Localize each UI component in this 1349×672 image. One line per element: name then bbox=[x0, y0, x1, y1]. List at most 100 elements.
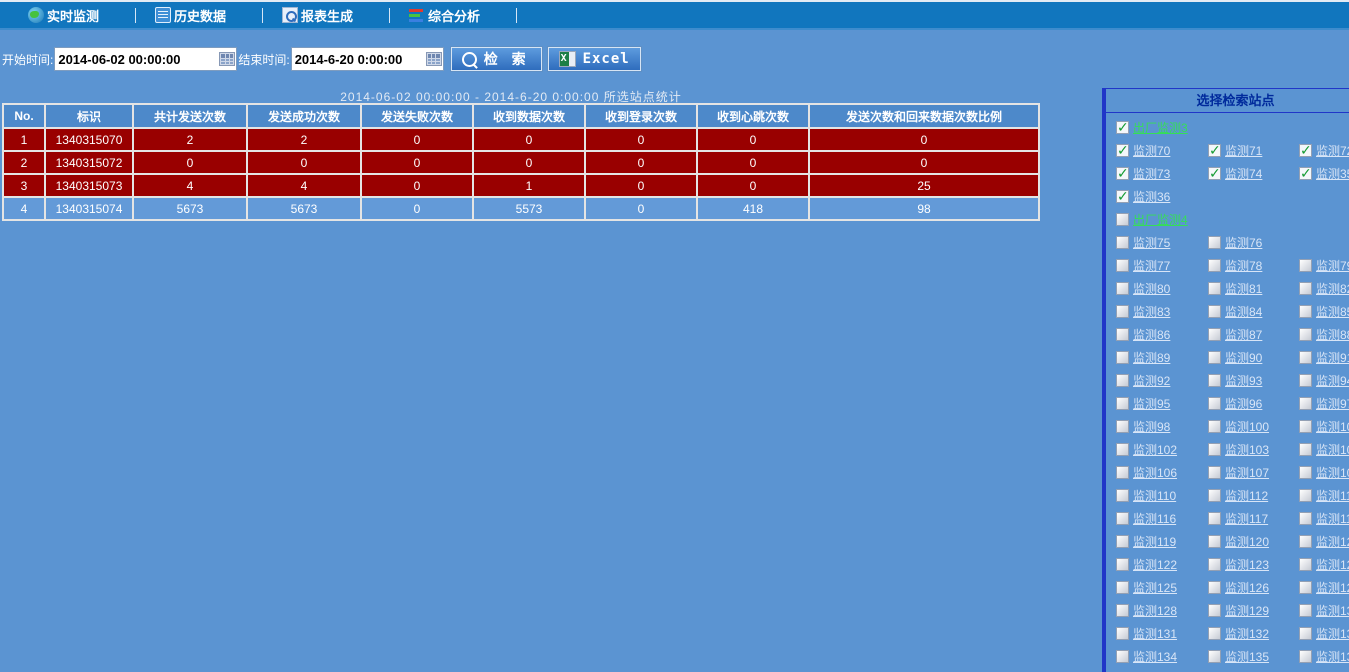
unchecked-checkbox-icon[interactable] bbox=[1116, 305, 1129, 318]
station-label[interactable]: 监测92 bbox=[1133, 372, 1170, 389]
station-checkbox-item[interactable]: 监测11 bbox=[1299, 510, 1349, 527]
unchecked-checkbox-icon[interactable] bbox=[1208, 420, 1221, 433]
unchecked-checkbox-icon[interactable] bbox=[1208, 351, 1221, 364]
unchecked-checkbox-icon[interactable] bbox=[1116, 397, 1129, 410]
station-checkbox-item[interactable]: 监测125 bbox=[1116, 579, 1208, 596]
station-checkbox-item[interactable]: 出厂监测3 bbox=[1116, 119, 1208, 136]
unchecked-checkbox-icon[interactable] bbox=[1299, 443, 1312, 456]
nav-item-analysis[interactable]: 综合分析 bbox=[409, 6, 497, 25]
station-label[interactable]: 监测95 bbox=[1133, 395, 1170, 412]
station-checkbox-item[interactable]: 监测13 bbox=[1299, 625, 1349, 642]
station-checkbox-item[interactable]: 监测132 bbox=[1208, 625, 1299, 642]
station-checkbox-item[interactable]: 监测92 bbox=[1116, 372, 1208, 389]
station-label[interactable]: 监测73 bbox=[1133, 165, 1170, 182]
unchecked-checkbox-icon[interactable] bbox=[1116, 558, 1129, 571]
station-checkbox-item[interactable]: 监测116 bbox=[1116, 510, 1208, 527]
unchecked-checkbox-icon[interactable] bbox=[1299, 351, 1312, 364]
station-label[interactable]: 监测97 bbox=[1316, 395, 1349, 412]
unchecked-checkbox-icon[interactable] bbox=[1299, 604, 1312, 617]
station-label[interactable]: 监测100 bbox=[1225, 418, 1269, 435]
station-checkbox-item[interactable]: 监测78 bbox=[1208, 257, 1299, 274]
station-label[interactable]: 监测125 bbox=[1133, 579, 1177, 596]
unchecked-checkbox-icon[interactable] bbox=[1208, 236, 1221, 249]
station-checkbox-item[interactable]: 监测112 bbox=[1208, 487, 1299, 504]
station-checkbox-item[interactable]: 监测12 bbox=[1299, 556, 1349, 573]
station-label[interactable]: 监测35 bbox=[1316, 165, 1349, 182]
unchecked-checkbox-icon[interactable] bbox=[1208, 259, 1221, 272]
station-label[interactable]: 监测129 bbox=[1225, 602, 1269, 619]
station-checkbox-item[interactable]: 监测128 bbox=[1116, 602, 1208, 619]
station-label[interactable]: 监测11 bbox=[1316, 487, 1349, 504]
station-label[interactable]: 监测91 bbox=[1316, 349, 1349, 366]
station-checkbox-item[interactable]: 监测75 bbox=[1116, 234, 1208, 251]
unchecked-checkbox-icon[interactable] bbox=[1208, 535, 1221, 548]
unchecked-checkbox-icon[interactable] bbox=[1208, 305, 1221, 318]
station-label[interactable]: 出厂监测3 bbox=[1133, 119, 1188, 136]
station-checkbox-item[interactable]: 监测96 bbox=[1208, 395, 1299, 412]
station-checkbox-item[interactable]: 监测10 bbox=[1299, 464, 1349, 481]
station-checkbox-item[interactable]: 监测35 bbox=[1299, 165, 1349, 182]
unchecked-checkbox-icon[interactable] bbox=[1116, 420, 1129, 433]
station-label[interactable]: 监测117 bbox=[1225, 510, 1268, 527]
station-checkbox-item[interactable]: 监测102 bbox=[1116, 441, 1208, 458]
station-label[interactable]: 监测77 bbox=[1133, 257, 1170, 274]
unchecked-checkbox-icon[interactable] bbox=[1208, 489, 1221, 502]
station-label[interactable]: 监测13 bbox=[1316, 625, 1349, 642]
nav-item-realtime[interactable]: 实时监测 bbox=[28, 6, 116, 25]
unchecked-checkbox-icon[interactable] bbox=[1208, 466, 1221, 479]
station-label[interactable]: 监测116 bbox=[1133, 510, 1176, 527]
unchecked-checkbox-icon[interactable] bbox=[1299, 420, 1312, 433]
station-checkbox-item[interactable]: 监测76 bbox=[1208, 234, 1299, 251]
station-label[interactable]: 监测76 bbox=[1225, 234, 1262, 251]
station-checkbox-item[interactable]: 监测74 bbox=[1208, 165, 1299, 182]
station-label[interactable]: 监测12 bbox=[1316, 556, 1349, 573]
unchecked-checkbox-icon[interactable] bbox=[1116, 489, 1129, 502]
unchecked-checkbox-icon[interactable] bbox=[1116, 236, 1129, 249]
unchecked-checkbox-icon[interactable] bbox=[1116, 443, 1129, 456]
station-label[interactable]: 监测90 bbox=[1225, 349, 1262, 366]
station-label[interactable]: 监测132 bbox=[1225, 625, 1269, 642]
excel-export-button[interactable]: Excel bbox=[548, 47, 641, 71]
station-label[interactable]: 监测131 bbox=[1133, 625, 1177, 642]
station-label[interactable]: 监测107 bbox=[1225, 464, 1269, 481]
station-label[interactable]: 监测10 bbox=[1316, 418, 1349, 435]
station-label[interactable]: 监测10 bbox=[1316, 441, 1349, 458]
station-label[interactable]: 监测123 bbox=[1225, 556, 1269, 573]
station-checkbox-item[interactable]: 监测77 bbox=[1116, 257, 1208, 274]
station-label[interactable]: 监测72 bbox=[1316, 142, 1349, 159]
station-checkbox-item[interactable]: 监测91 bbox=[1299, 349, 1349, 366]
station-label[interactable]: 监测88 bbox=[1316, 326, 1349, 343]
station-checkbox-item[interactable]: 监测80 bbox=[1116, 280, 1208, 297]
station-checkbox-item[interactable]: 监测79 bbox=[1299, 257, 1349, 274]
unchecked-checkbox-icon[interactable] bbox=[1116, 328, 1129, 341]
unchecked-checkbox-icon[interactable] bbox=[1116, 604, 1129, 617]
station-checkbox-item[interactable]: 监测93 bbox=[1208, 372, 1299, 389]
station-checkbox-item[interactable]: 监测122 bbox=[1116, 556, 1208, 573]
station-checkbox-item[interactable]: 监测97 bbox=[1299, 395, 1349, 412]
station-checkbox-item[interactable]: 监测10 bbox=[1299, 418, 1349, 435]
station-label[interactable]: 监测98 bbox=[1133, 418, 1170, 435]
station-checkbox-item[interactable]: 监测87 bbox=[1208, 326, 1299, 343]
station-label[interactable]: 监测102 bbox=[1133, 441, 1177, 458]
unchecked-checkbox-icon[interactable] bbox=[1208, 512, 1221, 525]
station-checkbox-item[interactable]: 监测95 bbox=[1116, 395, 1208, 412]
station-checkbox-item[interactable]: 监测83 bbox=[1116, 303, 1208, 320]
checked-checkbox-icon[interactable] bbox=[1299, 167, 1312, 180]
station-checkbox-item[interactable]: 监测100 bbox=[1208, 418, 1299, 435]
station-label[interactable]: 监测82 bbox=[1316, 280, 1349, 297]
unchecked-checkbox-icon[interactable] bbox=[1116, 627, 1129, 640]
station-label[interactable]: 监测112 bbox=[1225, 487, 1268, 504]
checked-checkbox-icon[interactable] bbox=[1208, 144, 1221, 157]
station-label[interactable]: 监测12 bbox=[1316, 579, 1349, 596]
station-checkbox-item[interactable]: 监测84 bbox=[1208, 303, 1299, 320]
station-checkbox-item[interactable]: 监测73 bbox=[1116, 165, 1208, 182]
unchecked-checkbox-icon[interactable] bbox=[1116, 259, 1129, 272]
unchecked-checkbox-icon[interactable] bbox=[1116, 213, 1129, 226]
calendar-icon[interactable] bbox=[219, 52, 235, 66]
unchecked-checkbox-icon[interactable] bbox=[1208, 581, 1221, 594]
station-checkbox-item[interactable]: 监测90 bbox=[1208, 349, 1299, 366]
station-label[interactable]: 监测13 bbox=[1316, 602, 1349, 619]
station-label[interactable]: 监测135 bbox=[1225, 648, 1269, 665]
unchecked-checkbox-icon[interactable] bbox=[1299, 489, 1312, 502]
station-label[interactable]: 监测70 bbox=[1133, 142, 1170, 159]
